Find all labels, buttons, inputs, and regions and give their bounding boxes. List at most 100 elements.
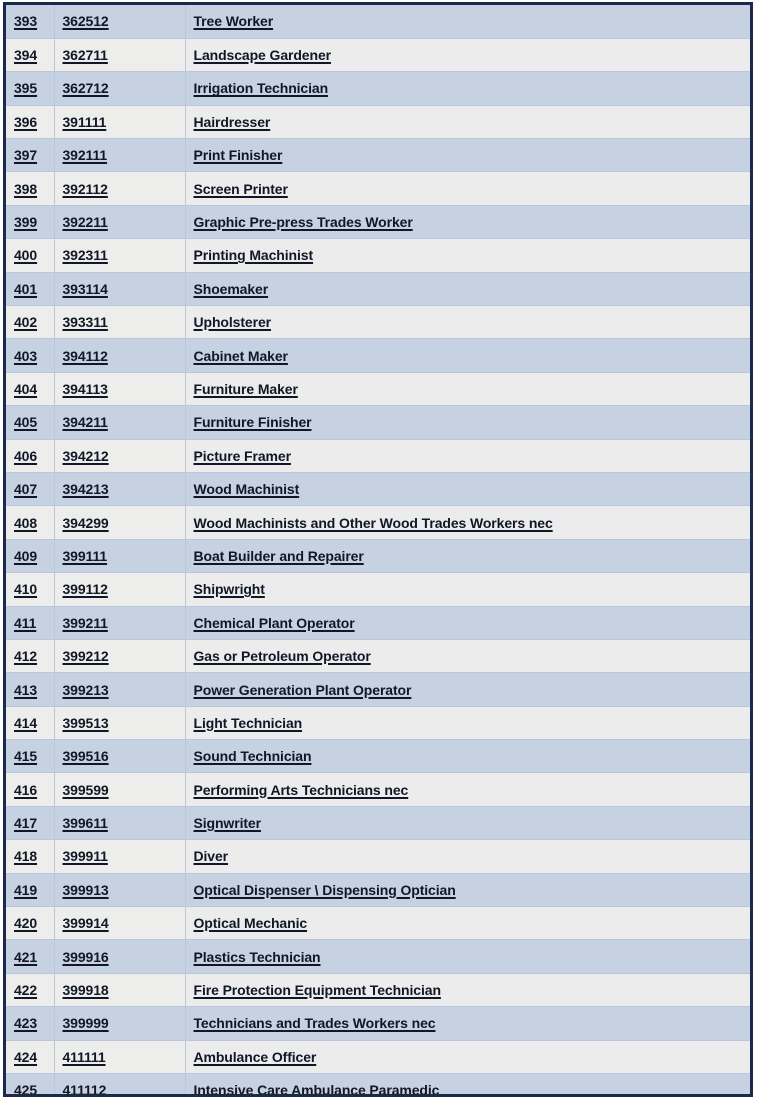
row-index-cell-text[interactable]: 418: [14, 848, 37, 864]
table-row[interactable]: 397 392111 Print Finisher: [6, 138, 750, 173]
occupation-code-cell-text[interactable]: 393311: [63, 314, 108, 330]
row-index-cell-text[interactable]: 397: [14, 147, 37, 163]
row-index-cell-text[interactable]: 416: [14, 782, 37, 798]
occupation-name-cell-text[interactable]: Light Technician: [194, 715, 303, 731]
table-row[interactable]: 398 392112 Screen Printer: [6, 171, 750, 206]
occupation-name-cell-text[interactable]: Picture Framer: [194, 448, 292, 464]
row-index-cell-text[interactable]: 398: [14, 181, 37, 197]
occupation-code-cell-text[interactable]: 394299: [63, 515, 109, 531]
occupation-name-cell-text[interactable]: Wood Machinists and Other Wood Trades Wo…: [194, 515, 553, 531]
row-index-cell-text[interactable]: 406: [14, 448, 37, 464]
row-index-cell-text[interactable]: 410: [14, 581, 37, 597]
table-row[interactable]: 416 399599 Performing Arts Technicians nec: [6, 772, 750, 807]
row-index-cell-text[interactable]: 409: [14, 548, 37, 564]
occupation-name-cell-text[interactable]: Optical Dispenser \ Dispensing Optician: [194, 882, 456, 898]
occupation-code-cell-text[interactable]: 392112: [63, 181, 108, 197]
occupation-name-cell-text[interactable]: Gas or Petroleum Operator: [194, 648, 371, 664]
occupation-code-cell-text[interactable]: 394212: [63, 448, 109, 464]
occupation-code-cell-text[interactable]: 399211: [63, 615, 108, 631]
row-index-cell-text[interactable]: 421: [14, 949, 37, 965]
table-row[interactable]: 406 394212 Picture Framer: [6, 439, 750, 473]
occupation-code-cell-text[interactable]: 399112: [63, 581, 108, 597]
occupation-name-cell-text[interactable]: Boat Builder and Repairer: [194, 548, 364, 564]
row-index-cell-text[interactable]: 396: [14, 114, 37, 130]
row-index-cell-text[interactable]: 420: [14, 915, 37, 931]
row-index-cell-text[interactable]: 402: [14, 314, 37, 330]
occupation-name-cell-text[interactable]: Chemical Plant Operator: [194, 615, 355, 631]
row-index-cell-text[interactable]: 404: [14, 381, 37, 397]
occupation-code-cell-text[interactable]: 391111: [63, 114, 107, 130]
occupation-code-cell-text[interactable]: 394213: [63, 481, 109, 497]
table-row[interactable]: 417 399611 Signwriter: [6, 806, 750, 841]
occupation-name-cell-text[interactable]: Printing Machinist: [194, 247, 314, 263]
table-row[interactable]: 396 391111 Hairdresser: [6, 105, 750, 140]
occupation-code-cell-text[interactable]: 399513: [63, 715, 109, 731]
table-row[interactable]: 402 393311 Upholsterer: [6, 305, 750, 340]
table-row[interactable]: 407 394213 Wood Machinist: [6, 472, 750, 507]
row-index-cell-text[interactable]: 401: [14, 281, 37, 297]
row-index-cell-text[interactable]: 411: [14, 615, 36, 631]
row-index-cell-text[interactable]: 417: [14, 815, 37, 831]
row-index-cell-text[interactable]: 424: [14, 1049, 37, 1065]
table-row[interactable]: 421 399916 Plastics Technician: [6, 939, 750, 974]
table-row[interactable]: 413 399213 Power Generation Plant Operator: [6, 672, 750, 707]
row-index-cell-text[interactable]: 403: [14, 348, 37, 364]
table-row[interactable]: 424 411111 Ambulance Officer: [6, 1040, 750, 1075]
table-row[interactable]: 403 394112 Cabinet Maker: [6, 338, 750, 373]
table-row[interactable]: 405 394211 Furniture Finisher: [6, 405, 750, 440]
table-row[interactable]: 404 394113 Furniture Maker: [6, 372, 750, 407]
table-row[interactable]: 400 392311 Printing Machinist: [6, 238, 750, 273]
table-row[interactable]: 425 411112 Intensive Care Ambulance Parame…: [6, 1073, 750, 1094]
row-index-cell-text[interactable]: 405: [14, 414, 37, 430]
row-index-cell-text[interactable]: 407: [14, 481, 37, 497]
occupation-name-cell-text[interactable]: Sound Technician: [194, 748, 312, 764]
row-index-cell-text[interactable]: 395: [14, 80, 37, 96]
table-row[interactable]: 418 399911 Diver: [6, 839, 750, 874]
occupation-name-cell-text[interactable]: Wood Machinist: [194, 481, 300, 497]
occupation-name-cell-text[interactable]: Technicians and Trades Workers nec: [194, 1015, 436, 1031]
occupation-name-cell-text[interactable]: Shoemaker: [194, 281, 269, 297]
occupation-code-cell-text[interactable]: 399999: [63, 1015, 109, 1031]
occupation-code-cell-text[interactable]: 394211: [63, 414, 108, 430]
occupation-name-cell-text[interactable]: Graphic Pre-press Trades Worker: [194, 214, 413, 230]
occupation-code-cell-text[interactable]: 392111: [63, 147, 108, 163]
occupation-name-cell-text[interactable]: Landscape Gardener: [194, 47, 332, 63]
row-index-cell-text[interactable]: 413: [14, 682, 37, 698]
table-row[interactable]: 422 399918 Fire Protection Equipment Techn…: [6, 973, 750, 1008]
occupation-code-cell-text[interactable]: 392311: [63, 247, 108, 263]
occupation-code-cell-text[interactable]: 399918: [63, 982, 109, 998]
table-row[interactable]: 415 399516 Sound Technician: [6, 739, 750, 774]
row-index-cell-text[interactable]: 412: [14, 648, 37, 664]
occupation-code-cell-text[interactable]: 399916: [63, 949, 109, 965]
occupation-name-cell-text[interactable]: Fire Protection Equipment Technician: [194, 982, 442, 998]
table-row[interactable]: 423 399999 Technicians and Trades Workers …: [6, 1006, 750, 1041]
occupation-name-cell-text[interactable]: Power Generation Plant Operator: [194, 682, 412, 698]
table-row[interactable]: 401 393114 Shoemaker: [6, 272, 750, 307]
row-index-cell-text[interactable]: 414: [14, 715, 37, 731]
table-row[interactable]: 411 399211 Chemical Plant Operator: [6, 606, 750, 640]
table-row[interactable]: 419 399913 Optical Dispenser \ Dispensing …: [6, 873, 750, 908]
occupation-name-cell-text[interactable]: Upholsterer: [194, 314, 272, 330]
occupation-code-cell-text[interactable]: 362712: [63, 80, 109, 96]
table-row[interactable]: 412 399212 Gas or Petroleum Operator: [6, 639, 750, 674]
occupation-code-cell-text[interactable]: 399911: [63, 848, 108, 864]
occupation-code-cell-text[interactable]: 399212: [63, 648, 109, 664]
occupation-name-cell-text[interactable]: Print Finisher: [194, 147, 283, 163]
occupation-name-cell-text[interactable]: Furniture Maker: [194, 381, 298, 397]
occupation-code-cell-text[interactable]: 399599: [63, 782, 109, 798]
table-row[interactable]: 394 362711 Landscape Gardener: [6, 38, 750, 73]
table-row[interactable]: 420 399914 Optical Mechanic: [6, 906, 750, 941]
occupation-code-cell-text[interactable]: 392211: [63, 214, 108, 230]
row-index-cell-text[interactable]: 408: [14, 515, 37, 531]
occupation-name-cell-text[interactable]: Screen Printer: [194, 181, 288, 197]
table-row[interactable]: 399 392211 Graphic Pre-press Trades Worker: [6, 205, 750, 240]
table-row[interactable]: 408 394299 Wood Machinists and Other Wood …: [6, 505, 750, 540]
row-index-cell-text[interactable]: 400: [14, 247, 37, 263]
occupation-code-cell-text[interactable]: 362512: [63, 13, 109, 29]
row-index-cell-text[interactable]: 422: [14, 982, 37, 998]
row-index-cell-text[interactable]: 419: [14, 882, 37, 898]
occupation-name-cell-text[interactable]: Performing Arts Technicians nec: [194, 782, 409, 798]
occupation-name-cell-text[interactable]: Cabinet Maker: [194, 348, 289, 364]
row-index-cell-text[interactable]: 394: [14, 47, 37, 63]
table-row[interactable]: 409 399111 Boat Builder and Repairer: [6, 539, 750, 574]
